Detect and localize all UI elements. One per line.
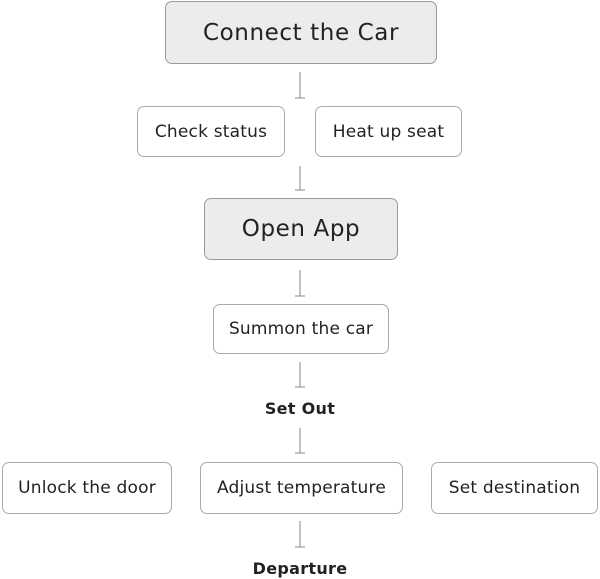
stage-set-out: Set Out xyxy=(264,399,336,418)
node-summon-the-car: Summon the car xyxy=(213,304,389,354)
node-adjust-temperature-label: Adjust temperature xyxy=(216,478,386,498)
connector-2 xyxy=(295,166,305,191)
node-connect-the-car: Connect the Car xyxy=(165,1,437,64)
stage-departure: Departure xyxy=(252,559,348,578)
node-connect-the-car-label: Connect the Car xyxy=(202,19,400,46)
connector-3 xyxy=(295,270,305,297)
node-heat-up-seat-label: Heat up seat xyxy=(332,121,445,142)
node-unlock-the-door: Unlock the door xyxy=(2,462,172,514)
connector-6 xyxy=(295,521,305,548)
node-check-status-label: Check status xyxy=(154,121,268,142)
connector-4 xyxy=(295,362,305,388)
node-open-app-label: Open App xyxy=(241,216,361,242)
node-unlock-the-door-label: Unlock the door xyxy=(18,478,156,498)
node-set-destination-label: Set destination xyxy=(448,478,581,498)
node-check-status: Check status xyxy=(137,106,285,157)
node-open-app: Open App xyxy=(204,198,398,260)
connector-1 xyxy=(295,72,305,99)
connector-5 xyxy=(295,428,305,454)
node-heat-up-seat: Heat up seat xyxy=(315,106,462,157)
node-set-destination: Set destination xyxy=(431,462,598,514)
node-adjust-temperature: Adjust temperature xyxy=(200,462,403,514)
node-summon-the-car-label: Summon the car xyxy=(228,319,374,339)
